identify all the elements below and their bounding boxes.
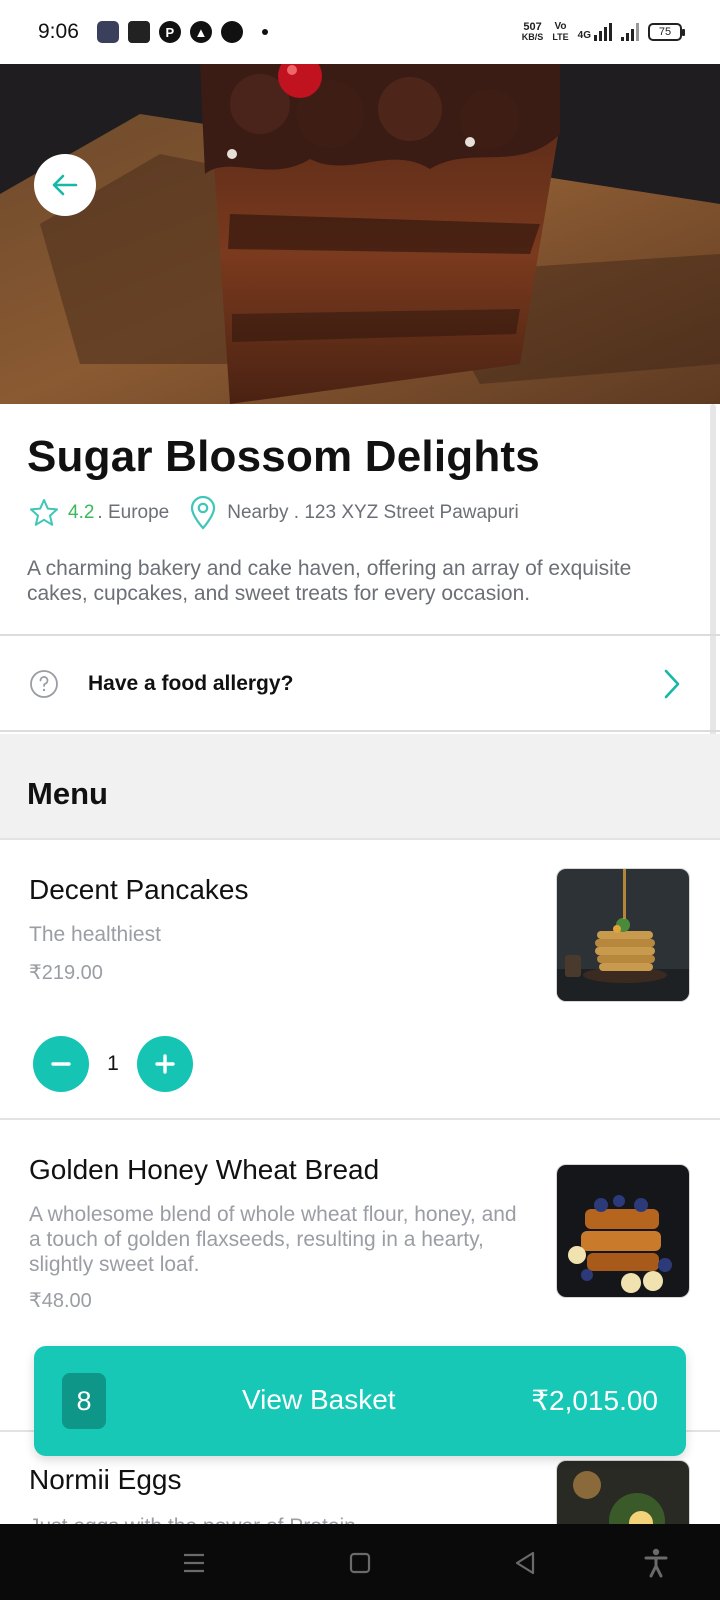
food-allergy-label: Have a food allergy? [88,672,294,695]
view-basket-button[interactable]: 8 View Basket ₹2,015.00 [34,1346,686,1456]
app-notification-icon [96,21,119,43]
rating-value: 4.2 [68,502,95,523]
menu-header: Menu [0,734,720,838]
volte-top: Vo [554,21,567,32]
food-allergy-row[interactable]: Have a food allergy? [0,636,720,732]
back-nav-icon[interactable] [514,1551,536,1575]
minus-icon [51,1062,71,1066]
restaurant-location: Nearby . 123 XYZ Street Pawapuri [227,502,519,523]
menu-item-price: ₹219.00 [29,962,103,984]
app-notification-icon [220,21,243,43]
app-notification-icon [127,21,150,43]
star-icon [30,499,58,526]
divider [0,730,720,732]
restaurant-name: Sugar Blossom Delights [27,432,540,481]
more-notifications-dot [261,29,268,35]
volte-bottom: LTE [552,32,569,42]
basket-item-count: 8 [62,1373,106,1429]
signal-icon [621,23,639,41]
restaurant-region: . Europe [97,502,170,523]
pinterest-icon: P [158,21,181,43]
signal-icon [594,23,612,41]
notification-icons: P ▲ [96,21,268,43]
menu-item-image [556,868,690,1002]
app-notification-icon: ▲ [189,21,212,43]
network-speed-unit: KB/S [521,32,544,42]
menu-item-name: Golden Honey Wheat Bread [29,1154,380,1185]
plus-icon [155,1054,175,1074]
battery-level: 75 [658,26,672,38]
menu-item-card[interactable]: Golden Honey Wheat Bread A wholesome ble… [0,1118,720,1378]
hero-image [0,64,720,404]
increase-quantity-button[interactable] [137,1036,193,1092]
menu-item-price: ₹48.00 [29,1290,92,1312]
menu-item-description: The healthiest [29,923,161,946]
battery-icon: 75 [648,23,685,41]
question-circle-icon [30,670,58,698]
menu-item-description: A wholesome blend of whole wheat flour, … [29,1203,517,1276]
network-speed-value: 507 [523,21,542,33]
map-pin-icon [189,496,217,530]
home-icon[interactable] [349,1552,371,1574]
network-speed: 507 KB/S [521,21,544,43]
view-basket-label: View Basket [242,1384,396,1415]
menu-item-image [556,1164,690,1298]
quantity-stepper: 1 [33,1036,193,1092]
chevron-right-icon [664,669,680,699]
menu-item-name: Decent Pancakes [29,874,249,905]
restaurant-meta: 4.2 . Europe Nearby . 123 XYZ Street Paw… [28,496,519,530]
status-bar: 9:06 P ▲ 507 KB/S Vo LTE 4G 75 [0,0,720,64]
arrow-left-icon [52,174,78,196]
accessibility-icon[interactable] [644,1548,668,1578]
decrease-quantity-button[interactable] [33,1036,89,1092]
quantity-value: 1 [107,1052,119,1075]
basket-total: ₹2,015.00 [531,1385,658,1416]
status-time: 9:06 [38,20,79,43]
cake-photo [0,64,720,404]
network-type: 4G [577,30,591,41]
menu-title: Menu [27,776,108,811]
volte-indicator: Vo LTE [552,21,569,43]
menu-item-name: Normii Eggs [29,1464,182,1495]
restaurant-description: A charming bakery and cake haven, offeri… [27,557,632,605]
menu-icon[interactable] [182,1552,206,1574]
system-navigation-bar [0,1524,720,1600]
back-button[interactable] [34,154,96,216]
